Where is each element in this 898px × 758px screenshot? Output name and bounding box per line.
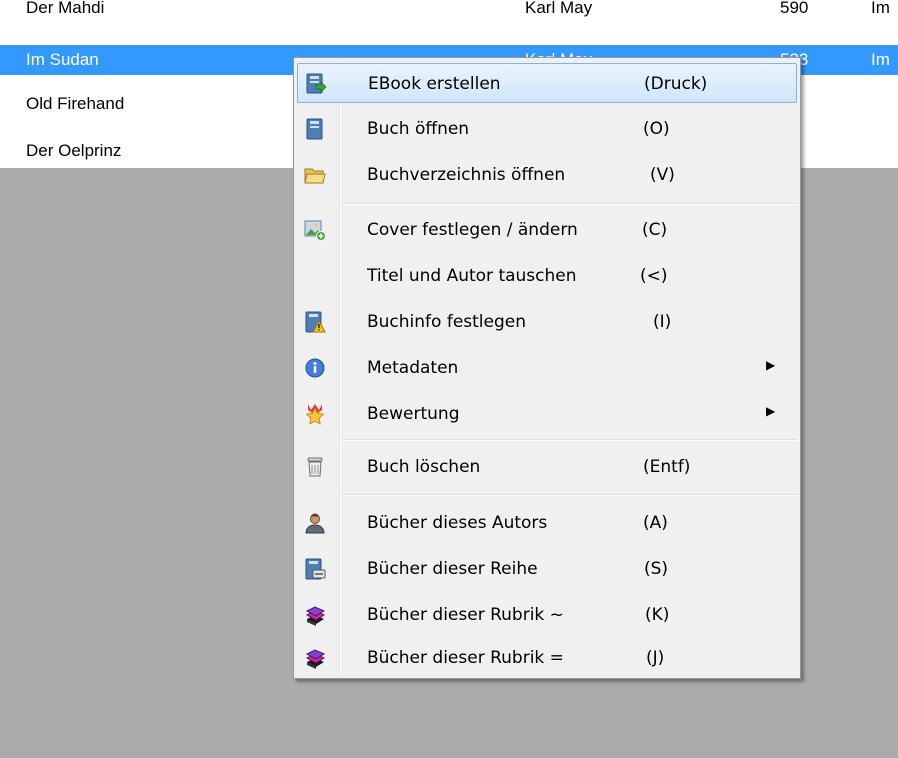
book-icon xyxy=(304,118,326,140)
menu-item-shortcut: (Entf) xyxy=(643,457,691,477)
context-menu: EBook erstellen (Druck) Buch öffnen (O) … xyxy=(293,57,801,679)
menu-item-shortcut: (A) xyxy=(643,513,668,533)
menu-separator xyxy=(342,494,797,496)
menu-item-shortcut: (C) xyxy=(642,220,668,240)
user-icon xyxy=(304,512,326,534)
ebook-export-icon xyxy=(305,73,327,95)
menu-item-label: Bücher dieser Reihe xyxy=(367,559,538,579)
image-add-icon xyxy=(304,219,326,241)
menu-item-buchinfo-festlegen[interactable]: Buchinfo festlegen (I) xyxy=(297,302,797,342)
menu-item-cover-festlegen[interactable]: Cover festlegen / ändern (C) xyxy=(297,210,797,250)
books-stack-icon xyxy=(304,604,326,626)
award-star-icon xyxy=(304,403,326,425)
menu-item-shortcut: (J) xyxy=(646,648,665,668)
menu-item-label: Buch löschen xyxy=(367,457,481,477)
menu-item-shortcut: (Druck) xyxy=(644,74,708,94)
menu-item-buchverzeichnis-oeffnen[interactable]: Buchverzeichnis öffnen (V) xyxy=(297,155,797,195)
book-warning-icon xyxy=(304,311,326,333)
menu-item-label: Metadaten xyxy=(367,358,459,378)
menu-item-shortcut: (O) xyxy=(643,119,670,139)
menu-item-bewertung[interactable]: Bewertung ▶ xyxy=(297,394,797,434)
row-extra: Im xyxy=(871,50,890,69)
submenu-arrow-icon: ▶ xyxy=(766,358,776,372)
books-stack-icon xyxy=(304,647,326,669)
menu-item-shortcut: (V) xyxy=(650,165,675,185)
menu-item-label: Bücher dieses Autors xyxy=(367,513,548,533)
menu-item-titel-autor-tauschen[interactable]: Titel und Autor tauschen (<) xyxy=(297,256,797,296)
menu-item-label: EBook erstellen xyxy=(368,74,501,94)
menu-item-buecher-reihe[interactable]: Bücher dieser Reihe (S) xyxy=(297,549,797,589)
submenu-arrow-icon: ▶ xyxy=(766,404,776,418)
menu-item-label: Bewertung xyxy=(367,404,460,424)
list-row[interactable]: Der Mahdi Karl May 590 Im xyxy=(0,0,898,23)
book-link-icon xyxy=(304,558,326,580)
menu-item-buch-oeffnen[interactable]: Buch öffnen (O) xyxy=(297,109,797,149)
menu-item-buecher-autor[interactable]: Bücher dieses Autors (A) xyxy=(297,503,797,543)
menu-item-shortcut: (<) xyxy=(640,266,668,286)
menu-item-shortcut: (I) xyxy=(653,312,672,332)
menu-item-metadaten[interactable]: Metadaten ▶ xyxy=(297,348,797,388)
menu-item-label: Buchinfo festlegen xyxy=(367,312,527,332)
info-icon xyxy=(304,357,326,379)
menu-item-buecher-rubrik-gleich[interactable]: Bücher dieser Rubrik = (J) xyxy=(297,638,797,678)
row-title: Der Oelprinz xyxy=(26,141,122,160)
row-title: Im Sudan xyxy=(26,50,99,69)
menu-item-buecher-rubrik-aehnlich[interactable]: Bücher dieser Rubrik ~ (K) xyxy=(297,595,797,635)
row-pages: 590 xyxy=(780,0,809,17)
menu-separator xyxy=(342,203,797,205)
menu-item-ebook-erstellen[interactable]: EBook erstellen (Druck) xyxy=(297,63,797,103)
menu-item-label: Cover festlegen / ändern xyxy=(367,220,578,240)
menu-item-label: Buchverzeichnis öffnen xyxy=(367,165,566,185)
menu-item-label: Titel und Autor tauschen xyxy=(367,266,577,286)
menu-item-label: Bücher dieser Rubrik ~ xyxy=(367,605,564,625)
row-author: Karl May xyxy=(525,0,593,17)
row-title: Der Mahdi xyxy=(26,0,105,17)
row-title: Old Firehand xyxy=(26,94,125,113)
menu-item-label: Bücher dieser Rubrik = xyxy=(367,648,564,668)
menu-separator xyxy=(342,439,797,441)
menu-item-buch-loeschen[interactable]: Buch löschen (Entf) xyxy=(297,447,797,487)
menu-item-shortcut: (K) xyxy=(645,605,670,625)
row-extra: Im xyxy=(871,0,890,17)
trash-icon xyxy=(304,456,326,478)
menu-item-label: Buch öffnen xyxy=(367,119,470,139)
folder-icon xyxy=(304,164,326,186)
menu-item-shortcut: (S) xyxy=(644,559,669,579)
